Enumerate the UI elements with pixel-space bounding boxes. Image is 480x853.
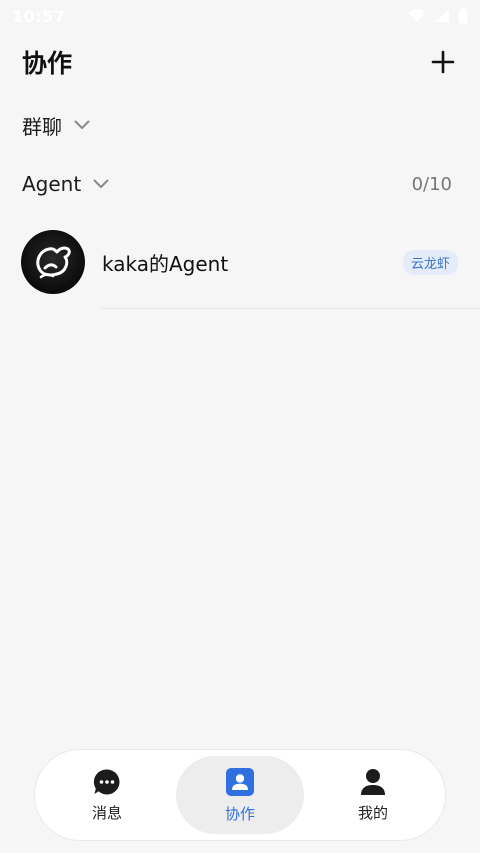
agent-section-toggle[interactable]: Agent (22, 172, 109, 196)
status-icons (408, 8, 468, 24)
person-icon (361, 768, 385, 795)
agent-list-item[interactable]: kaka的Agent 云龙虾 (0, 226, 480, 298)
nav-label-collaboration: 协作 (224, 804, 255, 823)
status-bar: 10:57 (0, 0, 480, 32)
nav-label-messages: 消息 (91, 803, 122, 822)
status-time: 10:57 (12, 6, 66, 26)
group-chat-toggle[interactable]: 群聊 (22, 111, 90, 140)
agent-type-badge: 云龙虾 (402, 249, 458, 275)
chevron-down-icon (74, 120, 90, 129)
nav-item-messages[interactable]: 消息 (43, 756, 171, 834)
agent-section[interactable]: Agent 0/10 (0, 164, 480, 204)
page-title: 协作 (22, 49, 73, 78)
agent-name: kaka的Agent (102, 251, 229, 276)
signal-icon (435, 10, 449, 22)
chevron-down-icon (93, 179, 109, 188)
nav-item-profile[interactable]: 我的 (309, 756, 437, 834)
bottom-nav: 消息 协作 我的 (34, 749, 446, 841)
avatar (21, 230, 85, 294)
add-button[interactable] (428, 47, 458, 77)
plus-icon (431, 50, 455, 74)
agent-section-label: Agent (22, 172, 82, 196)
header: 协作 (0, 40, 480, 84)
divider (101, 308, 480, 309)
agent-logo-icon (36, 246, 71, 279)
chat-bubble-icon (93, 768, 120, 794)
wifi-icon (408, 9, 426, 22)
contact-card-icon (226, 767, 254, 796)
agent-count: 0/10 (411, 173, 452, 195)
group-chat-label: 群聊 (22, 114, 62, 139)
group-chat-section[interactable]: 群聊 (0, 105, 480, 145)
battery-icon (458, 8, 468, 24)
nav-label-profile: 我的 (357, 803, 388, 822)
nav-item-collaboration[interactable]: 协作 (176, 756, 304, 834)
